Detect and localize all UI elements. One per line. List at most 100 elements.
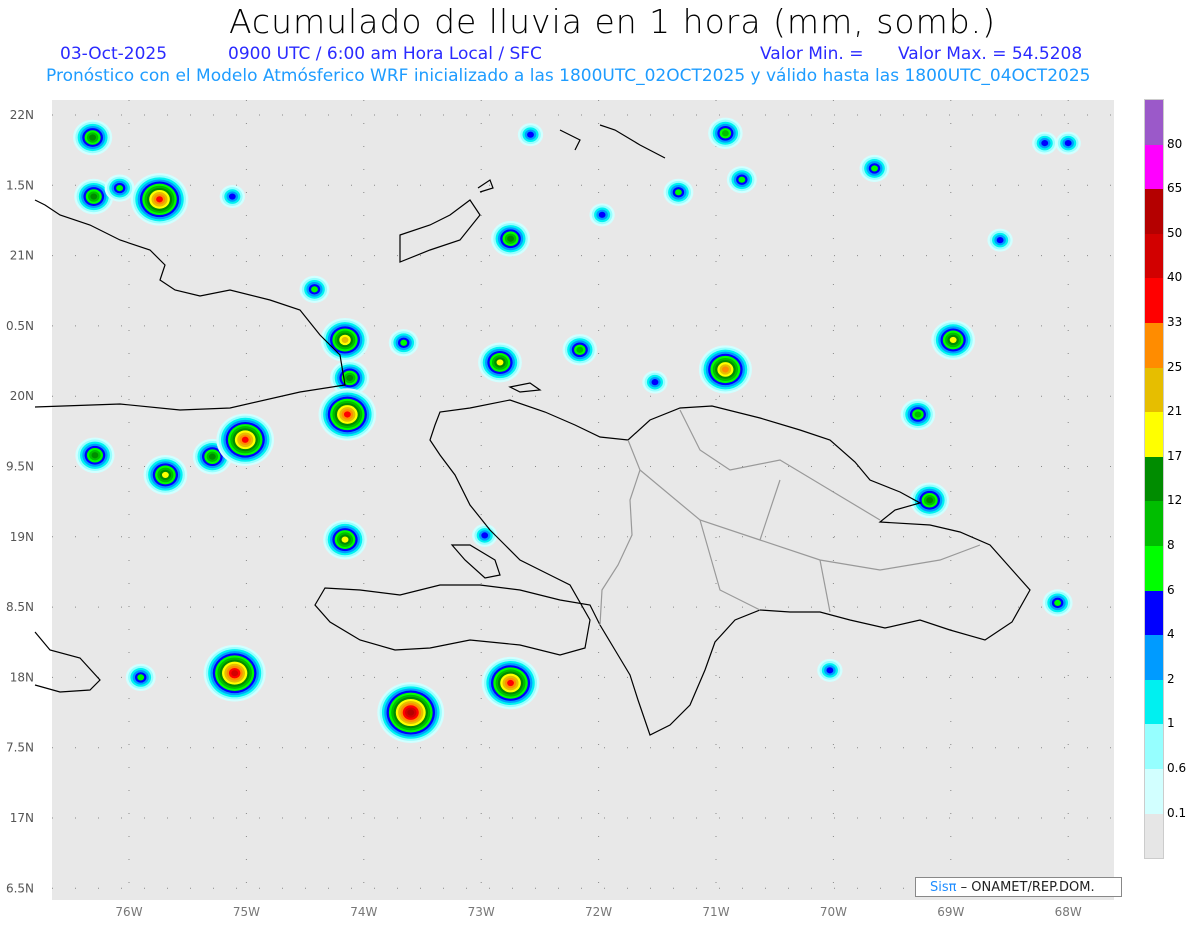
rain-contour <box>137 674 145 681</box>
credit-text: – ONAMET/REP.DOM. <box>956 880 1095 895</box>
rain-contour <box>400 339 408 346</box>
lat-label: 22N <box>10 108 34 122</box>
rain-cell <box>472 523 498 547</box>
rain-cell <box>931 320 976 360</box>
rain-cell <box>478 342 522 383</box>
rain-cell <box>589 203 615 227</box>
lon-label: 70W <box>820 905 847 919</box>
rain-contour <box>675 189 682 196</box>
lat-label: 0.5N <box>6 319 34 333</box>
colorbar-label: 1 <box>1167 716 1175 731</box>
lon-label: 69W <box>937 905 964 919</box>
rain-contour <box>738 176 746 183</box>
rain-cell <box>216 413 275 466</box>
credit-box: Sisπ – ONAMET/REP.DOM. <box>915 877 1122 897</box>
map-background <box>52 100 1114 900</box>
rain-contour <box>721 130 729 137</box>
colorbar-swatch <box>1145 278 1163 323</box>
rain-cell <box>698 345 752 394</box>
colorbar-swatch <box>1145 367 1163 413</box>
colorbar-swatch <box>1145 813 1163 859</box>
lon-label: 72W <box>585 905 612 919</box>
colorbar-swatch <box>1145 189 1163 234</box>
rain-contour <box>241 436 249 443</box>
rain-cell <box>143 455 188 495</box>
rain-contour <box>507 235 514 242</box>
lon-label: 73W <box>468 905 495 919</box>
rain-contour <box>527 131 534 138</box>
rain-contour <box>346 374 354 382</box>
lat-label: 21N <box>10 249 34 263</box>
colorbar-label: 21 <box>1167 404 1183 419</box>
colorbar-swatch <box>1145 412 1163 457</box>
colorbar-label: 12 <box>1167 493 1183 508</box>
colorbar-label: 65 <box>1167 181 1183 196</box>
rain-cell <box>708 117 743 149</box>
colorbar-label: 4 <box>1167 627 1175 642</box>
rain-contour <box>481 532 489 539</box>
rain-cell <box>318 388 377 441</box>
rain-cell <box>130 173 189 226</box>
colorbar-swatch <box>1145 456 1163 502</box>
colorbar-label: 50 <box>1167 225 1183 240</box>
rain-contour <box>90 193 98 200</box>
rain-contour <box>231 670 239 677</box>
rain-contour <box>407 709 415 716</box>
rain-cell <box>726 166 757 194</box>
colorbar-swatch <box>1145 679 1163 725</box>
colorbar-label: 33 <box>1167 315 1183 329</box>
rain-cell <box>987 228 1013 252</box>
colorbar-label: 40 <box>1167 270 1183 285</box>
lat-label: 18N <box>10 670 34 684</box>
rain-contour <box>208 453 216 460</box>
rain-cell <box>125 663 156 692</box>
rain-cell <box>203 644 266 702</box>
lat-label: 9.5N <box>6 460 34 474</box>
rain-cell <box>320 317 370 362</box>
rain-contour <box>228 193 236 200</box>
colorbar-swatch <box>1145 322 1163 368</box>
colorbar-label: 2 <box>1167 671 1175 686</box>
rain-contour <box>341 536 349 543</box>
rain-cell <box>663 178 694 206</box>
rain-contour <box>926 497 934 504</box>
lon-label: 75W <box>233 905 260 919</box>
colorbar-label: 8 <box>1167 538 1175 552</box>
sispi-logo: Sisπ <box>930 880 957 895</box>
rainfall-map: 22N 1.5N 21N 0.5N 20N 9.5N 19N 8.5N 18N 7.5N 17N 6.… <box>6 100 1114 919</box>
colorbar-swatch <box>1145 590 1163 636</box>
lat-label: 17N <box>10 811 34 825</box>
rain-cell <box>1032 131 1058 155</box>
colorbar-swatch <box>1145 724 1163 769</box>
lon-label: 68W <box>1055 905 1082 919</box>
rain-contour <box>507 679 514 687</box>
lon-label: 74W <box>350 905 377 919</box>
rain-contour <box>1054 599 1062 606</box>
lat-label: 1.5N <box>6 178 34 192</box>
rain-cell <box>75 437 115 474</box>
lat-label: 19N <box>10 530 34 544</box>
rain-contour <box>311 286 318 293</box>
rain-contour <box>721 366 729 373</box>
rain-cell <box>73 119 113 156</box>
rain-contour <box>996 237 1004 244</box>
rain-contour <box>826 667 834 674</box>
rain-cell <box>642 370 668 394</box>
colorbar-swatch <box>1145 501 1163 546</box>
rain-cell <box>900 398 936 431</box>
colorbar-label: 6 <box>1167 582 1175 597</box>
rain-contour <box>871 165 878 172</box>
rain-contour <box>116 185 124 192</box>
rain-contour <box>1041 140 1049 147</box>
lat-label: 7.5N <box>6 741 34 755</box>
rain-contour <box>156 196 163 203</box>
colorbar-label: 25 <box>1167 359 1183 374</box>
rain-cell <box>388 329 419 357</box>
rain-cell <box>817 658 843 682</box>
rain-cell <box>562 334 598 366</box>
colorbar-swatch <box>1145 635 1163 680</box>
lat-label: 8.5N <box>6 600 34 614</box>
rain-cell <box>859 154 890 183</box>
lat-label: 6.5N <box>6 881 34 895</box>
colorbar-swatch <box>1145 233 1163 279</box>
